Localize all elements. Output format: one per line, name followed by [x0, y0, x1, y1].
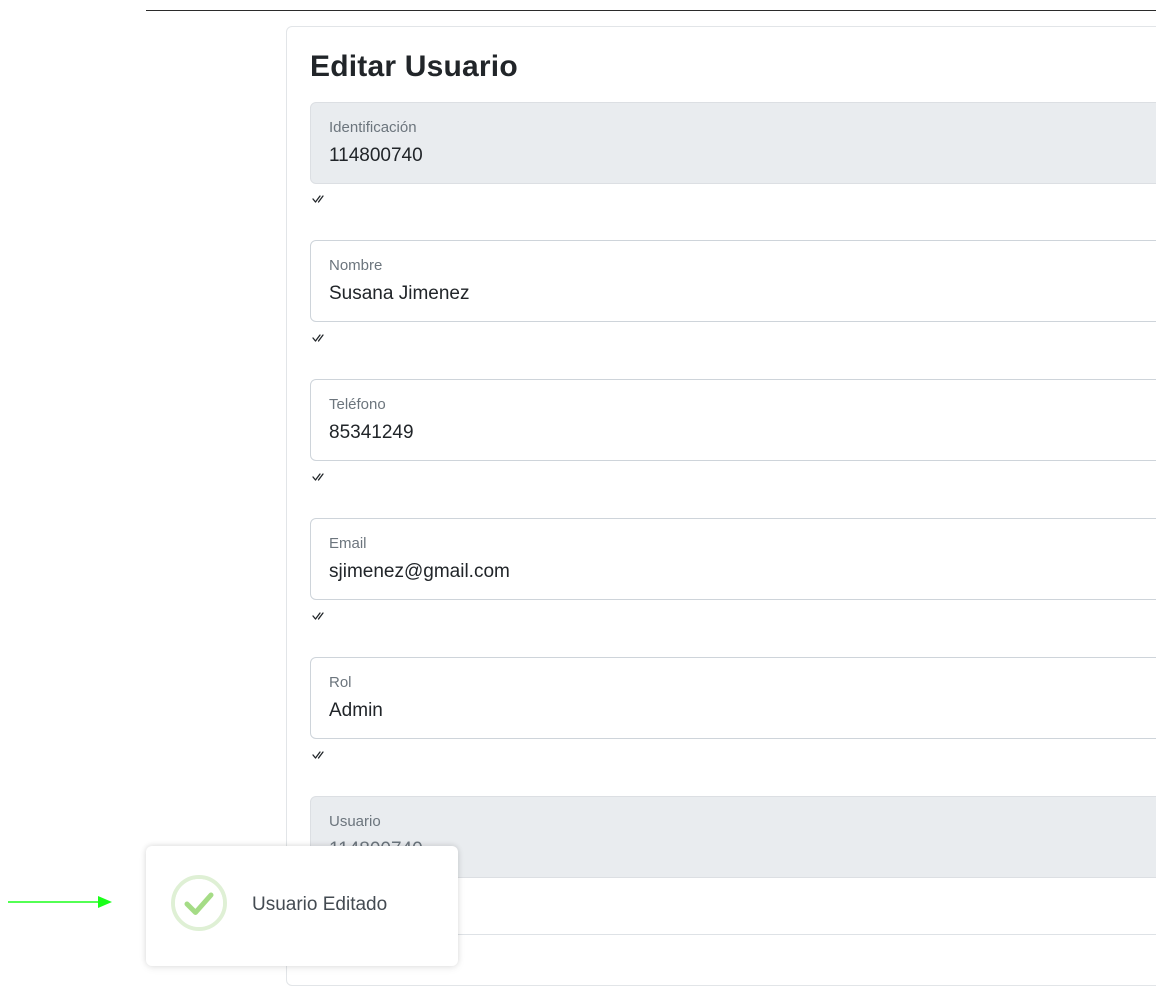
name-field[interactable]: Nombre Susana Jimenez	[310, 240, 1156, 322]
phone-label: Teléfono	[329, 396, 386, 413]
identification-field: Identificación 114800740	[310, 102, 1156, 184]
toast-message: Usuario Editado	[252, 894, 388, 915]
page-title: Editar Usuario	[310, 50, 518, 83]
double-check-icon	[312, 334, 324, 342]
form-divider	[458, 934, 1156, 935]
name-label: Nombre	[329, 257, 383, 274]
phone-field[interactable]: Teléfono 85341249	[310, 379, 1156, 461]
email-label: Email	[329, 535, 367, 552]
name-value[interactable]: Susana Jimenez	[329, 283, 469, 305]
email-value[interactable]: sjimenez@gmail.com	[329, 561, 510, 583]
username-label: Usuario	[329, 813, 381, 830]
double-check-icon	[312, 751, 324, 759]
top-divider	[146, 10, 1156, 11]
double-check-icon	[312, 195, 324, 203]
role-value[interactable]: Admin	[329, 700, 383, 722]
identification-label: Identificación	[329, 119, 417, 136]
double-check-icon	[312, 612, 324, 620]
role-field[interactable]: Rol Admin	[310, 657, 1156, 739]
double-check-icon	[312, 473, 324, 481]
success-check-icon	[171, 875, 227, 931]
phone-value[interactable]: 85341249	[329, 422, 414, 444]
identification-value: 114800740	[329, 145, 423, 166]
role-label: Rol	[329, 674, 352, 691]
email-field[interactable]: Email sjimenez@gmail.com	[310, 518, 1156, 600]
pointer-arrow-icon	[8, 896, 112, 908]
success-toast[interactable]: Usuario Editado	[146, 846, 458, 966]
